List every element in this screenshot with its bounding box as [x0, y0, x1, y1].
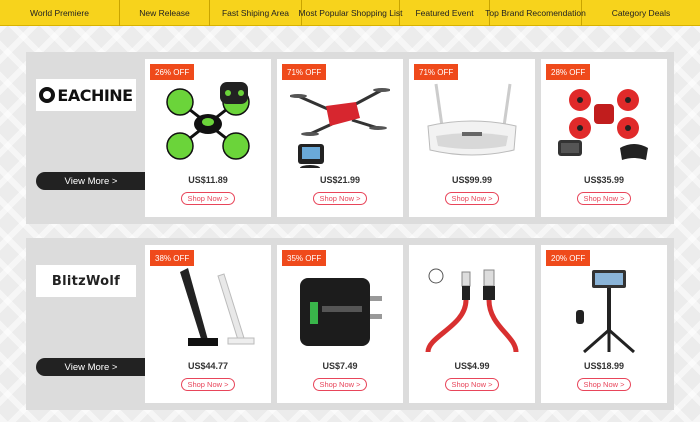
nav-featured-event[interactable]: Featured Event [400, 0, 490, 26]
mini-quadcopter-drone-icon [153, 77, 263, 171]
product-price: US$99.99 [451, 175, 493, 185]
shop-now-button[interactable]: Shop Now > [181, 192, 235, 205]
product-price: US$7.49 [322, 361, 358, 371]
eachine-logo[interactable]: EACHINE [36, 79, 136, 111]
fpv-goggles-icon [417, 77, 527, 171]
usb-c-cable-icon [417, 263, 527, 357]
shop-now-button[interactable]: Shop Now > [313, 192, 367, 205]
product-card[interactable]: 28% OFF US$35.99 Shop Now > [541, 59, 667, 217]
product-card[interactable]: US$4.99 Shop Now > [409, 245, 535, 403]
shop-now-button[interactable]: Shop Now > [313, 378, 367, 391]
selfie-stick-tripod-icon [549, 263, 659, 357]
brand-panel-eachine: EACHINE View More > 26% OFF US$11.89 Sho… [26, 52, 674, 224]
desk-lamp-icon [153, 263, 263, 357]
nav-top-brand-recommendation[interactable]: Top Brand Recomendation [485, 0, 586, 26]
fpv-racing-drone-kit-icon [549, 77, 659, 171]
usb-wall-charger-icon [285, 263, 395, 357]
top-navigation: World Premiere New Release Fast Shiping … [0, 0, 700, 26]
shop-now-button[interactable]: Shop Now > [445, 192, 499, 205]
blitzwolf-logo-text: BlitzWolf [51, 273, 121, 289]
product-price: US$44.77 [187, 361, 229, 371]
nav-most-popular-shopping-list[interactable]: Most Popular Shopping List [299, 0, 402, 26]
eachine-logo-text: EACHINE [57, 85, 133, 105]
nav-new-release[interactable]: New Release [120, 0, 210, 26]
product-card[interactable]: 26% OFF US$11.89 Shop Now > [145, 59, 271, 217]
product-price: US$21.99 [319, 175, 361, 185]
nav-category-deals[interactable]: Category Deals [582, 0, 700, 26]
product-card[interactable]: 71% OFF US$21.99 Shop Now > [277, 59, 403, 217]
foldable-selfie-drone-icon [285, 77, 395, 171]
shop-now-button[interactable]: Shop Now > [577, 378, 631, 391]
shop-now-button[interactable]: Shop Now > [181, 378, 235, 391]
blitzwolf-logo[interactable]: BlitzWolf [36, 265, 136, 297]
nav-world-premiere[interactable]: World Premiere [0, 0, 120, 26]
product-card[interactable]: 20% OFF US$18.99 Shop Now > [541, 245, 667, 403]
product-price: US$35.99 [583, 175, 625, 185]
brand-panel-blitzwolf: BlitzWolf View More > 38% OFF US$44.77 S… [26, 238, 674, 410]
product-card[interactable]: 35% OFF US$7.49 Shop Now > [277, 245, 403, 403]
view-more-button[interactable]: View More > [36, 358, 146, 376]
product-price: US$18.99 [583, 361, 625, 371]
product-card[interactable]: 71% OFF US$99.99 Shop Now > [409, 59, 535, 217]
nav-fast-shipping-area[interactable]: Fast Shiping Area [210, 0, 302, 26]
shop-now-button[interactable]: Shop Now > [577, 192, 631, 205]
product-card[interactable]: 38% OFF US$44.77 Shop Now > [145, 245, 271, 403]
shop-now-button[interactable]: Shop Now > [445, 378, 499, 391]
product-price: US$4.99 [454, 361, 490, 371]
eachine-logo-mark [39, 87, 56, 103]
view-more-button[interactable]: View More > [36, 172, 146, 190]
product-price: US$11.89 [188, 175, 228, 185]
